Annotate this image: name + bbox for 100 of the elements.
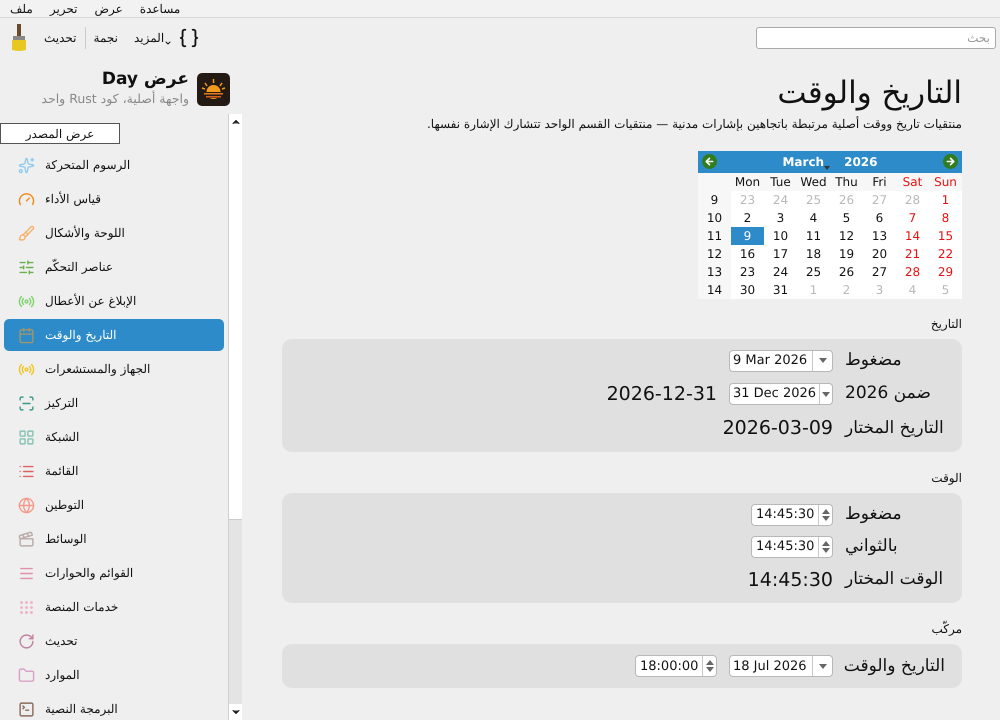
next-month-icon[interactable] — [943, 154, 958, 170]
clapperboard-icon — [18, 530, 35, 548]
date-picker[interactable]: 18 Jul 2026 — [729, 655, 833, 678]
calendar-day[interactable]: 1 — [929, 190, 962, 209]
weekday-label: Thu — [834, 174, 859, 191]
caret-icon — [818, 358, 826, 364]
sidebar-item[interactable]: الجهاز والمستشعرات — [4, 353, 224, 385]
calendar-day[interactable]: 12 — [830, 226, 863, 245]
more-menu-button[interactable]: المزيد — [134, 29, 172, 47]
menu-item[interactable]: تحرير — [50, 0, 78, 18]
calendar-day[interactable]: 17 — [764, 244, 797, 263]
date-picker[interactable]: 31 Dec 2026 — [729, 383, 833, 405]
calendar-day[interactable]: 2 — [731, 208, 764, 227]
sidebar-item[interactable]: القوائم والحوارات — [4, 557, 224, 589]
toolbar-button[interactable]: تحديث — [44, 29, 77, 47]
calendar-day[interactable]: 11 — [797, 226, 830, 245]
page-description: منتقيات تاريخ ووقت أصلية مرتبطة باتجاهين بإشارات مدنية — منتقيات القسم الواحد تتشارك الإشارة نفسها. — [426, 115, 962, 133]
menu-item[interactable]: مساعدة — [140, 0, 180, 18]
caret-icon — [164, 39, 172, 47]
previous-month-icon[interactable] — [702, 154, 717, 170]
weekday-label: Sun — [933, 174, 958, 191]
calendar-day[interactable]: 16 — [731, 244, 764, 263]
calendar-day[interactable]: 27 — [863, 262, 896, 281]
sidebar-item[interactable]: قياس الأداء — [4, 183, 224, 215]
menu-item[interactable]: عرض — [94, 0, 123, 18]
menu-item[interactable]: ملف — [10, 0, 33, 18]
calendar-day[interactable]: 4 — [797, 208, 830, 227]
sparkles-icon — [18, 156, 35, 174]
sidebar-item[interactable]: الشبكة — [4, 421, 224, 453]
calendar-day[interactable]: 6 — [863, 208, 896, 227]
calendar-day[interactable]: 22 — [929, 244, 962, 263]
calendar-day[interactable]: 25 — [797, 262, 830, 281]
calendar-day[interactable]: 15 — [929, 226, 962, 245]
section-heading: التاريخ — [930, 316, 962, 333]
calendar-day[interactable]: 26 — [830, 262, 863, 281]
tooltip: عرض المصدر — [0, 123, 120, 144]
sidebar-item[interactable]: التركيز — [4, 387, 224, 419]
year-text[interactable]: 2026 — [844, 152, 878, 171]
calendar-day[interactable]: 20 — [863, 244, 896, 263]
spin-arrows-icon[interactable] — [818, 504, 832, 525]
app-title: عرض Day — [102, 69, 189, 90]
calendar-day[interactable]: 29 — [929, 262, 962, 281]
calendar-day[interactable]: 19 — [830, 244, 863, 263]
calendar-day[interactable]: 30 — [731, 280, 764, 299]
calendar-day[interactable]: 13 — [863, 226, 896, 245]
time-spinbox[interactable]: 14:45:30 — [751, 536, 833, 558]
calendar-day[interactable]: 23 — [731, 262, 764, 281]
time-spinbox[interactable]: 14:45:30 — [751, 504, 833, 526]
week-number: 10 — [706, 210, 724, 227]
caret-icon — [818, 664, 826, 669]
sidebar-item[interactable]: التاريخ والوقت — [4, 319, 224, 351]
value-text: 2026-12-31 — [606, 382, 717, 407]
folder-icon — [18, 666, 35, 684]
sidebar-item[interactable]: الوسائط — [4, 523, 224, 555]
sidebar-item[interactable]: خدمات المنصة — [4, 591, 224, 623]
calendar-day[interactable]: 24 — [764, 262, 797, 281]
search-field[interactable]: بحث — [756, 27, 996, 49]
globe-icon — [18, 496, 35, 514]
calendar[interactable]: March 2026 Mon Tue Wed Thu Fri Sat Sun 9 23 24 25 26 27 28 1 10 2 3 4 5 6 7 8 11 9 10 11 12 13 14 15 12 16 17 18 19 20 21 22 13 23 24 25 26 27 28 29 14 30 31 1 2 3 4 5 — [698, 150, 962, 299]
paintbrush-icon[interactable] — [10, 24, 28, 52]
calendar-day[interactable]: 10 — [764, 226, 797, 245]
field-label: مضغوط — [845, 349, 903, 372]
sidebar-item[interactable]: القائمة — [4, 455, 224, 487]
weekday-label: Sat — [902, 174, 924, 191]
calendar-day[interactable]: 3 — [764, 208, 797, 227]
field-label: التاريخ والوقت — [845, 654, 945, 678]
scrollbar-thumb[interactable] — [229, 519, 242, 704]
calendar-day[interactable]: 14 — [896, 226, 929, 245]
calendar-icon — [18, 326, 35, 344]
refresh-icon — [18, 632, 35, 650]
value-text: 14:45:30 — [748, 568, 833, 593]
weekday-label: Fri — [871, 174, 888, 191]
calendar-day[interactable]: 31 — [764, 280, 797, 299]
calendar-day[interactable]: 18 — [797, 244, 830, 263]
month-dropdown[interactable]: March — [782, 152, 830, 171]
sidebar-item[interactable]: اللوحة والأشكال — [4, 217, 224, 249]
sidebar-item[interactable]: التوطين — [4, 489, 224, 521]
caret-icon — [824, 166, 830, 170]
sidebar-item[interactable]: البرمجة النصية — [4, 693, 224, 720]
spin-arrows-icon[interactable] — [818, 536, 832, 557]
calendar-day[interactable]: 9 — [731, 226, 764, 245]
sidebar-item[interactable]: عناصر التحكّم — [4, 251, 224, 283]
sidebar-item[interactable]: الموارد — [4, 659, 224, 691]
time-spinbox[interactable]: 18:00:00 — [635, 655, 717, 678]
calendar-day[interactable]: 21 — [896, 244, 929, 263]
toolbar-button[interactable]: نجمة — [94, 29, 118, 47]
spin-arrows-icon[interactable] — [702, 656, 716, 676]
terminal-icon — [18, 700, 35, 718]
calendar-day[interactable]: 5 — [830, 208, 863, 227]
page-title: التاريخ والوقت — [777, 74, 962, 113]
date-picker[interactable]: 9 Mar 2026 — [729, 350, 833, 372]
sidebar-item[interactable]: الإبلاغ عن الأعطال — [4, 285, 224, 317]
braces-icon[interactable] — [178, 27, 200, 49]
sidebar-item[interactable]: الرسوم المتحركة — [4, 149, 224, 181]
sidebar-item[interactable]: تحديث — [4, 625, 224, 657]
calendar-day[interactable]: 7 — [896, 208, 929, 227]
calendar-day[interactable]: 28 — [896, 262, 929, 281]
calendar-day[interactable]: 8 — [929, 208, 962, 227]
caret-icon — [822, 392, 830, 396]
weekday-label: Mon — [734, 174, 762, 191]
